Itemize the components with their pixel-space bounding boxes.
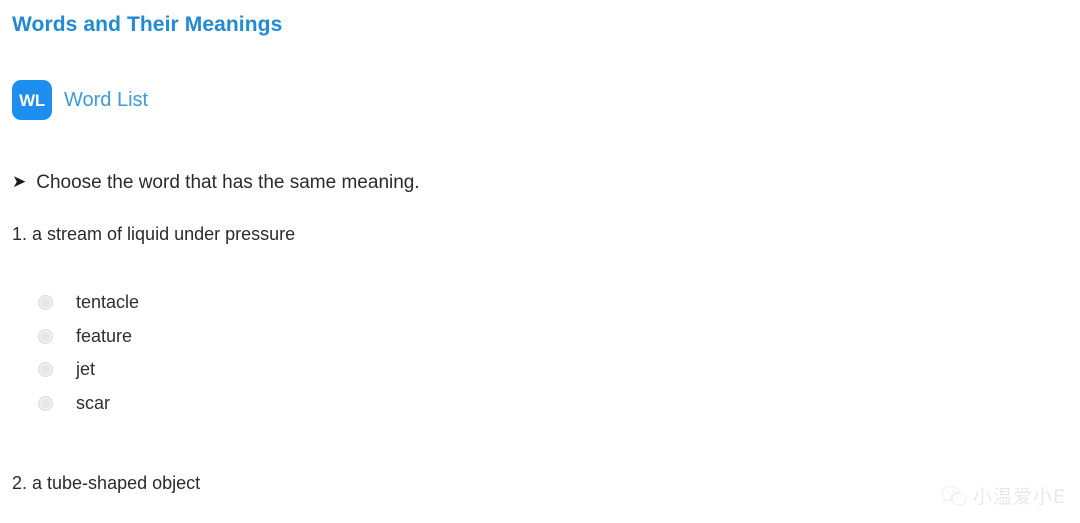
list-item[interactable]: jet xyxy=(38,353,139,387)
watermark: 小温爱小E xyxy=(941,482,1066,509)
radio-button-icon[interactable] xyxy=(38,295,53,311)
instruction-line: ➤ Choose the word that has the same mean… xyxy=(12,172,420,194)
word-list-header[interactable]: WL Word List xyxy=(12,80,148,120)
watermark-text: 小温爱小E xyxy=(972,486,1066,508)
list-item[interactable]: scar xyxy=(38,387,139,421)
radio-button-icon[interactable] xyxy=(38,395,53,411)
option-label[interactable]: feature xyxy=(76,326,132,347)
question-1-options: tentacle feature jet scar xyxy=(38,286,139,420)
wechat-icon xyxy=(941,485,967,507)
question-1-prompt: 1. a stream of liquid under pressure xyxy=(12,224,296,244)
radio-button-icon[interactable] xyxy=(38,328,53,344)
option-label[interactable]: scar xyxy=(76,393,110,414)
arrow-right-icon: ➤ xyxy=(12,172,27,191)
option-label[interactable]: tentacle xyxy=(76,292,139,313)
question-2-prompt: 2. a tube-shaped object xyxy=(12,473,201,493)
instruction-text: Choose the word that has the same meanin… xyxy=(36,172,420,193)
option-label[interactable]: jet xyxy=(76,359,95,380)
list-item[interactable]: tentacle xyxy=(38,286,139,320)
word-list-label[interactable]: Word List xyxy=(64,89,148,112)
list-item[interactable]: feature xyxy=(38,320,139,354)
word-list-badge-icon: WL xyxy=(12,80,52,120)
radio-button-icon[interactable] xyxy=(38,362,53,378)
worksheet-page: Words and Their Meanings WL Word List ➤ … xyxy=(0,0,1080,523)
page-title: Words and Their Meanings xyxy=(12,13,283,36)
